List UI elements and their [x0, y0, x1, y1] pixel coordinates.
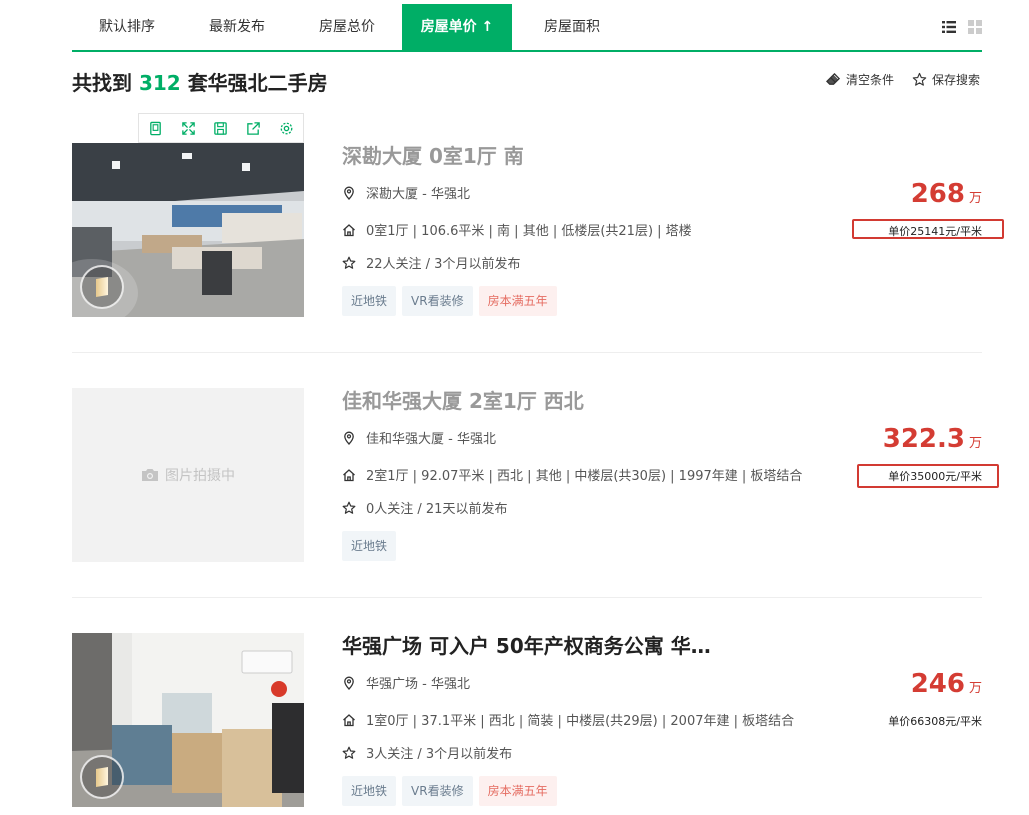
listing-divider	[72, 597, 982, 598]
listing-follow-text: 3人关注 / 3个月以前发布	[366, 747, 513, 762]
listing-follow-info: 22人关注 / 3个月以前发布	[342, 253, 520, 272]
total-price-value: 268	[910, 179, 965, 209]
total-price-value: 246	[910, 669, 965, 699]
eraser-icon	[826, 72, 841, 85]
star-icon	[342, 501, 356, 514]
result-suffix: 套华强北二手房	[187, 71, 328, 95]
listing-title[interactable]: 深勘大厦 0室1厅 南	[342, 143, 772, 169]
tag-near-subway: 近地铁	[342, 531, 397, 561]
listing-position[interactable]: 佳和华强大厦 - 华强北	[342, 428, 496, 447]
total-price: 246 万	[911, 669, 982, 699]
listing-card[interactable]: 华强广场 可入户 50年产权商务公寓 华… 华强广场 - 华强北 1室0厅 | …	[72, 633, 982, 809]
listing-photo[interactable]	[72, 633, 304, 807]
clear-filters-label: 清空条件	[846, 73, 895, 87]
listing-card[interactable]: 深勘大厦 0室1厅 南 深勘大厦 - 华强北 0室1厅 | 106.6平米 | …	[72, 113, 982, 319]
listing-position-text: 深勘大厦 - 华强北	[366, 187, 470, 202]
grid-view-icon[interactable]	[968, 20, 982, 34]
clear-filters-button[interactable]: 清空条件	[826, 71, 894, 88]
listing-position[interactable]: 深勘大厦 - 华强北	[342, 183, 470, 202]
save-search-button[interactable]: 保存搜索	[912, 71, 980, 88]
list-view-icon[interactable]	[942, 20, 956, 34]
tab-default-sort[interactable]: 默认排序	[72, 4, 182, 50]
listing-house-info: 2室1厅 | 92.07平米 | 西北 | 其他 | 中楼层(共30层) | 1…	[342, 465, 802, 484]
sort-bar: 默认排序 最新发布 房屋总价 房屋单价 ↑ 房屋面积	[72, 4, 982, 52]
listing-position-text: 佳和华强大厦 - 华强北	[366, 432, 496, 447]
total-price-unit: 万	[968, 436, 982, 451]
listing-house-info: 0室1厅 | 106.6平米 | 南 | 其他 | 低楼层(共21层) | 塔楼	[342, 220, 692, 239]
listing-position[interactable]: 华强广场 - 华强北	[342, 673, 470, 692]
tab-total-price[interactable]: 房屋总价	[292, 4, 402, 50]
listing-follow-info: 3人关注 / 3个月以前发布	[342, 743, 512, 762]
vr-badge-icon	[80, 755, 124, 799]
listing-house-info: 1室0厅 | 37.1平米 | 西北 | 简装 | 中楼层(共29层) | 20…	[342, 710, 794, 729]
listing-tags: 近地铁 VR看装修 房本满五年	[342, 776, 557, 806]
listing-house-text: 2室1厅 | 92.07平米 | 西北 | 其他 | 中楼层(共30层) | 1…	[366, 469, 803, 484]
tab-newest[interactable]: 最新发布	[182, 4, 292, 50]
total-price-value: 322.3	[882, 424, 965, 454]
result-prefix: 共找到	[72, 71, 132, 95]
star-icon	[342, 746, 356, 759]
listing-card[interactable]: 图片拍摄中 佳和华强大厦 2室1厅 西北 佳和华强大厦 - 华强北 2室1厅 |…	[72, 388, 982, 564]
result-count-title: 共找到 312 套华强北二手房	[72, 67, 328, 96]
tag-five-years: 房本满五年	[478, 776, 557, 806]
listing-title[interactable]: 华强广场 可入户 50年产权商务公寓 华…	[342, 633, 772, 659]
tag-near-subway: 近地铁	[342, 286, 397, 316]
placeholder-text: 图片拍摄中	[165, 468, 235, 484]
total-price: 268 万	[911, 179, 982, 209]
house-icon	[343, 223, 355, 236]
total-price: 322.3 万	[883, 424, 982, 454]
listing-follow-text: 22人关注 / 3个月以前发布	[366, 257, 521, 272]
star-outline-icon	[912, 72, 927, 86]
listing-follow-text: 0人关注 / 21天以前发布	[366, 502, 508, 517]
listing-tags: 近地铁	[342, 531, 397, 561]
result-count: 312	[138, 71, 181, 95]
listing-tags: 近地铁 VR看装修 房本满五年	[342, 286, 557, 316]
settings-gear-icon[interactable]	[279, 121, 294, 136]
save-icon[interactable]	[213, 121, 228, 136]
tag-vr-decoration: VR看装修	[402, 286, 473, 316]
vr-tablet-icon[interactable]	[148, 121, 163, 136]
location-pin-icon	[344, 431, 354, 445]
camera-icon	[142, 469, 158, 481]
fullscreen-icon[interactable]	[181, 121, 196, 136]
tag-near-subway: 近地铁	[342, 776, 397, 806]
unit-price: 单价66308元/平米	[888, 715, 982, 728]
listing-photo-placeholder[interactable]: 图片拍摄中	[72, 388, 304, 562]
total-price-unit: 万	[968, 681, 982, 696]
listing-follow-info: 0人关注 / 21天以前发布	[342, 498, 507, 517]
save-search-label: 保存搜索	[932, 73, 981, 87]
vr-toolbar	[138, 113, 304, 143]
tag-five-years: 房本满五年	[478, 286, 557, 316]
unit-price-highlight-box	[852, 219, 1004, 239]
listing-position-text: 华强广场 - 华强北	[366, 677, 470, 692]
location-pin-icon	[344, 186, 354, 200]
listing-house-text: 0室1厅 | 106.6平米 | 南 | 其他 | 低楼层(共21层) | 塔楼	[366, 224, 692, 239]
listing-divider	[72, 352, 982, 353]
unit-price-highlight-box	[857, 464, 999, 488]
listing-house-text: 1室0厅 | 37.1平米 | 西北 | 简装 | 中楼层(共29层) | 20…	[366, 714, 795, 729]
house-icon	[343, 713, 355, 726]
house-icon	[343, 468, 355, 481]
star-icon	[342, 256, 356, 269]
vr-badge-icon	[80, 265, 124, 309]
listing-title[interactable]: 佳和华强大厦 2室1厅 西北	[342, 388, 772, 414]
tab-area[interactable]: 房屋面积	[512, 4, 632, 50]
total-price-unit: 万	[968, 191, 982, 206]
tab-unit-price[interactable]: 房屋单价 ↑	[402, 4, 512, 50]
location-pin-icon	[344, 676, 354, 690]
listing-photo[interactable]	[72, 143, 304, 317]
share-icon[interactable]	[246, 121, 261, 136]
tag-vr-decoration: VR看装修	[402, 776, 473, 806]
